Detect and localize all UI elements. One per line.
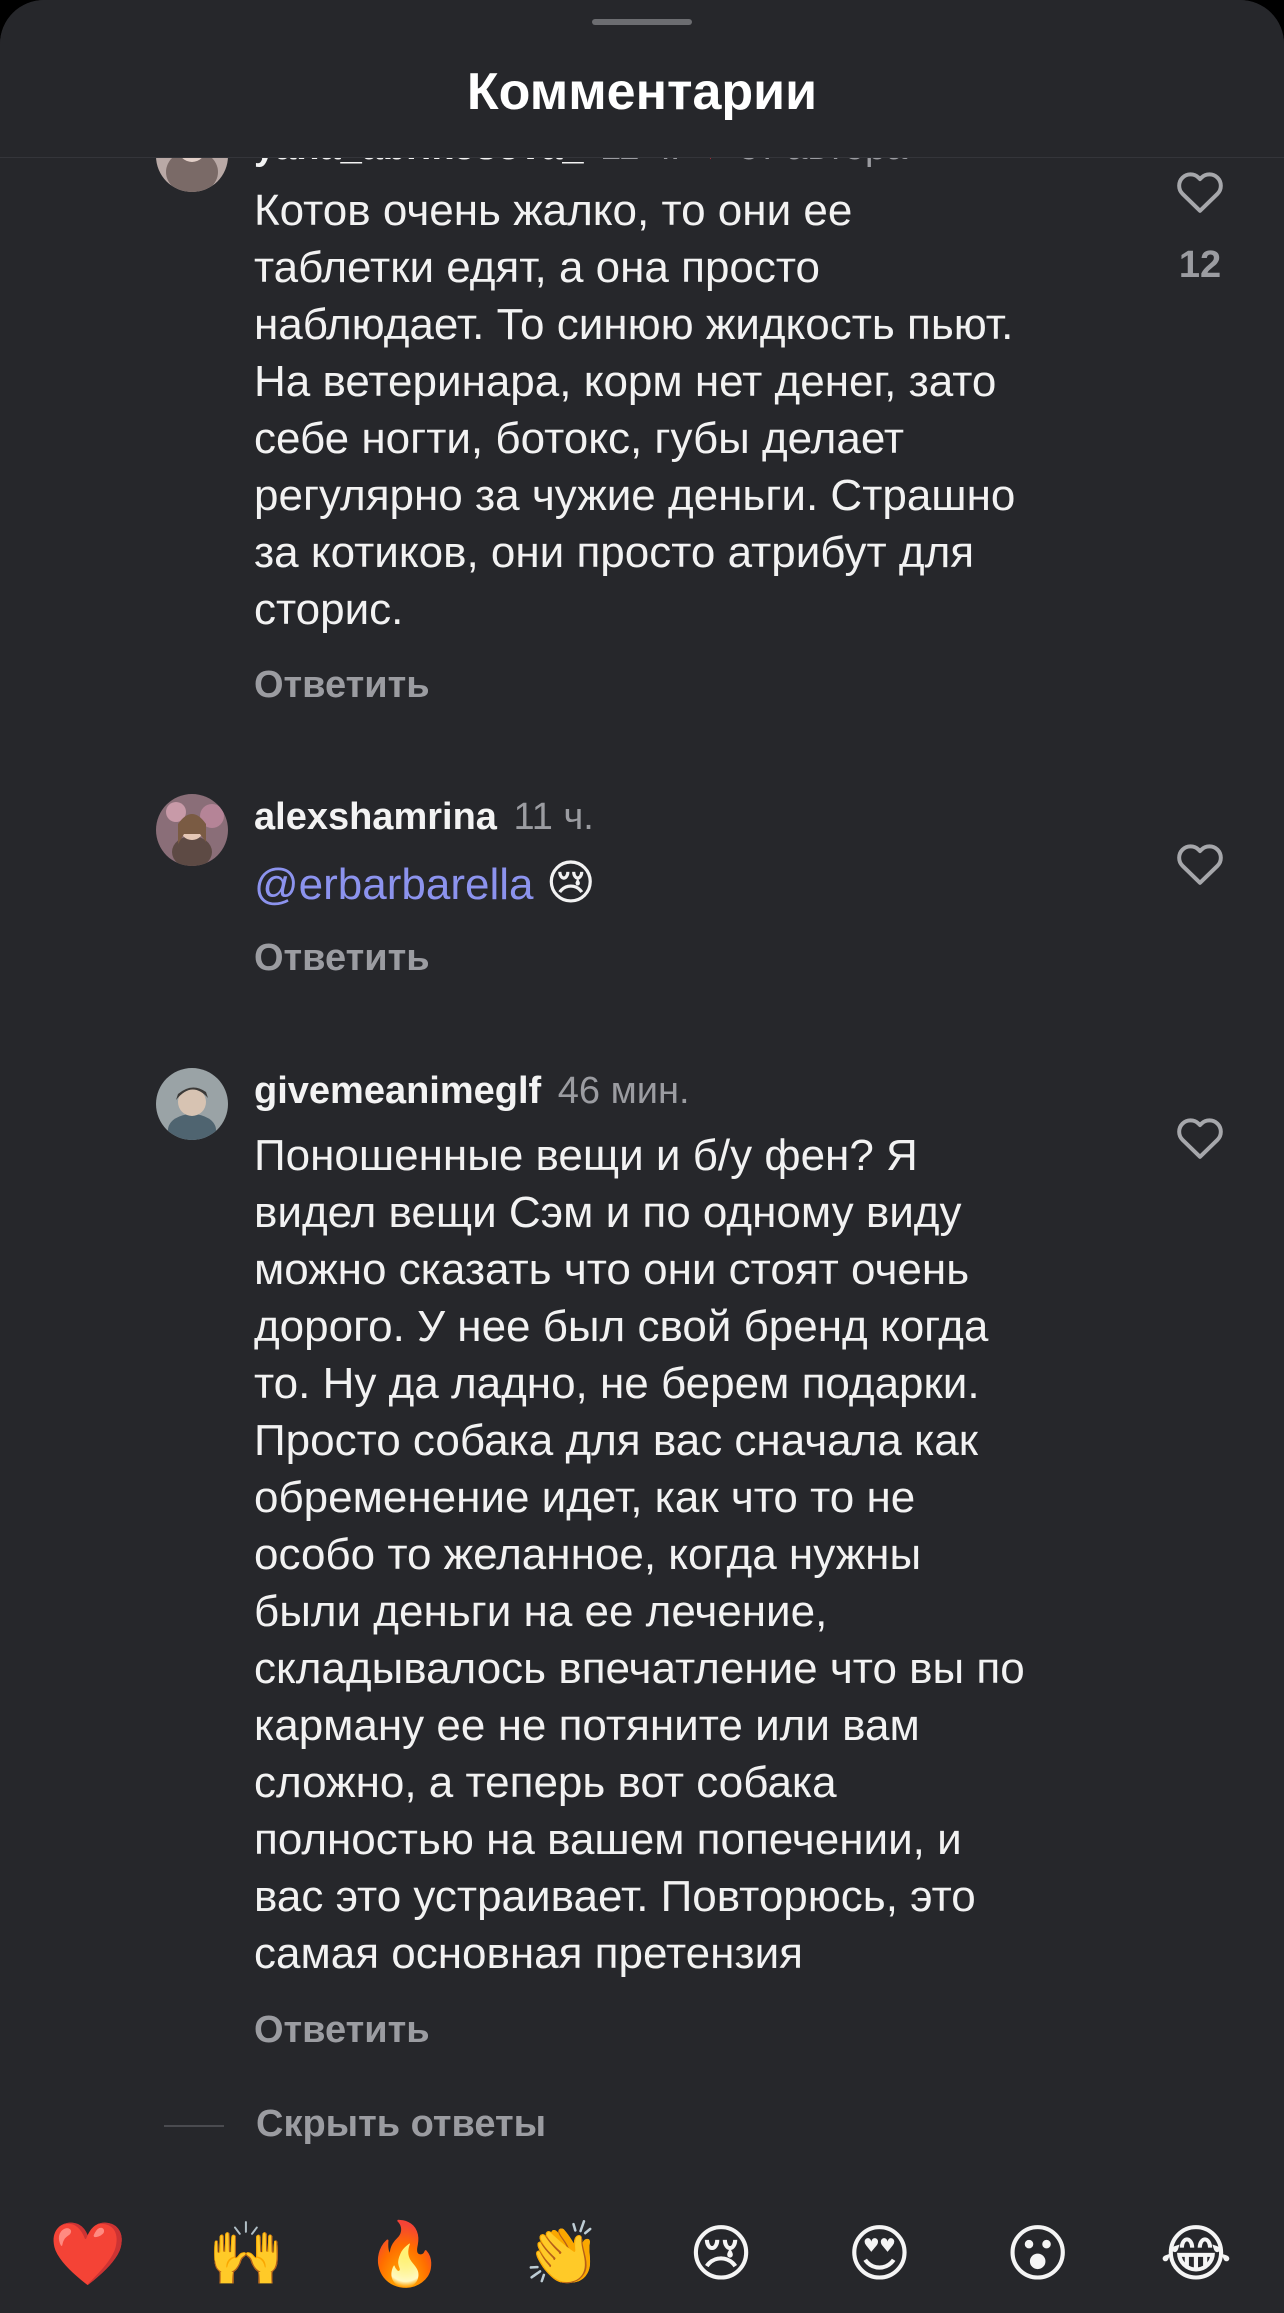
- comment-line: Просто собака для вас сначала как: [254, 1416, 978, 1465]
- reply-button[interactable]: Ответить: [254, 664, 430, 707]
- avatar[interactable]: [156, 1068, 228, 1140]
- comment-line: Котов очень жалко, то они ее: [254, 186, 853, 235]
- comment-line: Поношенные вещи и б/у фен? Я: [254, 1131, 918, 1180]
- heart-eyes-emoji[interactable]: 😍: [837, 2218, 921, 2313]
- red-heart-emoji[interactable]: ❤️: [46, 2218, 130, 2313]
- comment-line: сторис.: [254, 585, 404, 634]
- emoji-reaction-bar: ❤️ 🙌 🔥 👏 😢 😍 😮 😂: [0, 2218, 1284, 2313]
- comment-line: сложно, а теперь вот собака: [254, 1758, 837, 1807]
- clapping-hands-emoji[interactable]: 👏: [521, 2218, 605, 2313]
- reply-button[interactable]: Ответить: [254, 937, 430, 980]
- comment-line: таблетки едят, а она просто: [254, 243, 821, 292]
- drag-handle[interactable]: [592, 19, 692, 25]
- comment-line: регулярно за чужие деньги. Страшно: [254, 471, 1016, 520]
- sheet-header: Комментарии: [0, 0, 1284, 158]
- comment-line: дорого. У нее был свой бренд когда: [254, 1302, 989, 1351]
- comment-line: особо то желанное, когда нужны: [254, 1530, 922, 1579]
- comment-text: Котов очень жалко, то они ее таблетки ед…: [254, 182, 1134, 638]
- fire-emoji[interactable]: 🔥: [363, 2218, 447, 2313]
- hide-replies-button[interactable]: Скрыть ответы: [256, 2103, 546, 2146]
- heart-icon[interactable]: [1172, 163, 1228, 219]
- comment-line: видел вещи Сэм и по одному виду: [254, 1188, 962, 1237]
- crying-face-emoji[interactable]: 😢: [679, 2218, 763, 2313]
- comment-text: @erbarbarella 😢: [254, 855, 1134, 913]
- comment-line: На ветеринара, корм нет денег, зато: [254, 357, 997, 406]
- timestamp: 11 ч.: [513, 796, 594, 838]
- timestamp: 46 мин.: [557, 1070, 690, 1112]
- comment-line: обременение идет, как что то не: [254, 1473, 916, 1522]
- comment-line: складывалось впечатление что вы по: [254, 1644, 1025, 1693]
- comment-meta: givemeanimeglf 46 мин.: [254, 1070, 690, 1113]
- comment-meta: alexshamrina 11 ч.: [254, 796, 594, 839]
- comment-line: карману ее не потяните или вам: [254, 1701, 920, 1750]
- laughing-tears-emoji[interactable]: 😂: [1154, 2218, 1238, 2313]
- comment-line: можно сказать что они стоят очень: [254, 1245, 970, 1294]
- comment-line: вас это устраивает. Повторюсь, это: [254, 1872, 976, 1921]
- thread-line: [164, 2125, 224, 2127]
- comment-line: себе ногти, ботокс, губы делает: [254, 414, 904, 463]
- comment-line: за котиков, они просто атрибут для: [254, 528, 975, 577]
- page-title: Комментарии: [466, 63, 818, 121]
- comment-line: то. Ну да ладно, не берем подарки.: [254, 1359, 980, 1408]
- mention-link[interactable]: @erbarbarella: [254, 860, 533, 909]
- reply-button[interactable]: Ответить: [254, 2009, 430, 2052]
- heart-icon[interactable]: [1172, 1109, 1228, 1165]
- comment-line: полностью на вашем попечении, и: [254, 1815, 962, 1864]
- raising-hands-emoji[interactable]: 🙌: [204, 2218, 288, 2313]
- comments-sheet: yana_abrikosova_ 11 ч. ♥ от автора Котов…: [0, 0, 1284, 2313]
- surprised-face-emoji[interactable]: 😮: [996, 2218, 1080, 2313]
- username[interactable]: alexshamrina: [254, 796, 497, 838]
- username[interactable]: givemeanimeglf: [254, 1070, 541, 1112]
- comment-line: наблюдает. То синюю жидкость пьют.: [254, 300, 1014, 349]
- comment-text: Поношенные вещи и б/у фен? Я видел вещи …: [254, 1127, 1134, 1982]
- comment-line: были деньги на ее лечение,: [254, 1587, 828, 1636]
- like-count: 12: [1178, 244, 1222, 286]
- comment-line: самая основная претензия: [254, 1929, 803, 1978]
- crying-face-emoji: 😢: [545, 855, 596, 911]
- heart-icon[interactable]: [1172, 835, 1228, 891]
- avatar[interactable]: [156, 794, 228, 866]
